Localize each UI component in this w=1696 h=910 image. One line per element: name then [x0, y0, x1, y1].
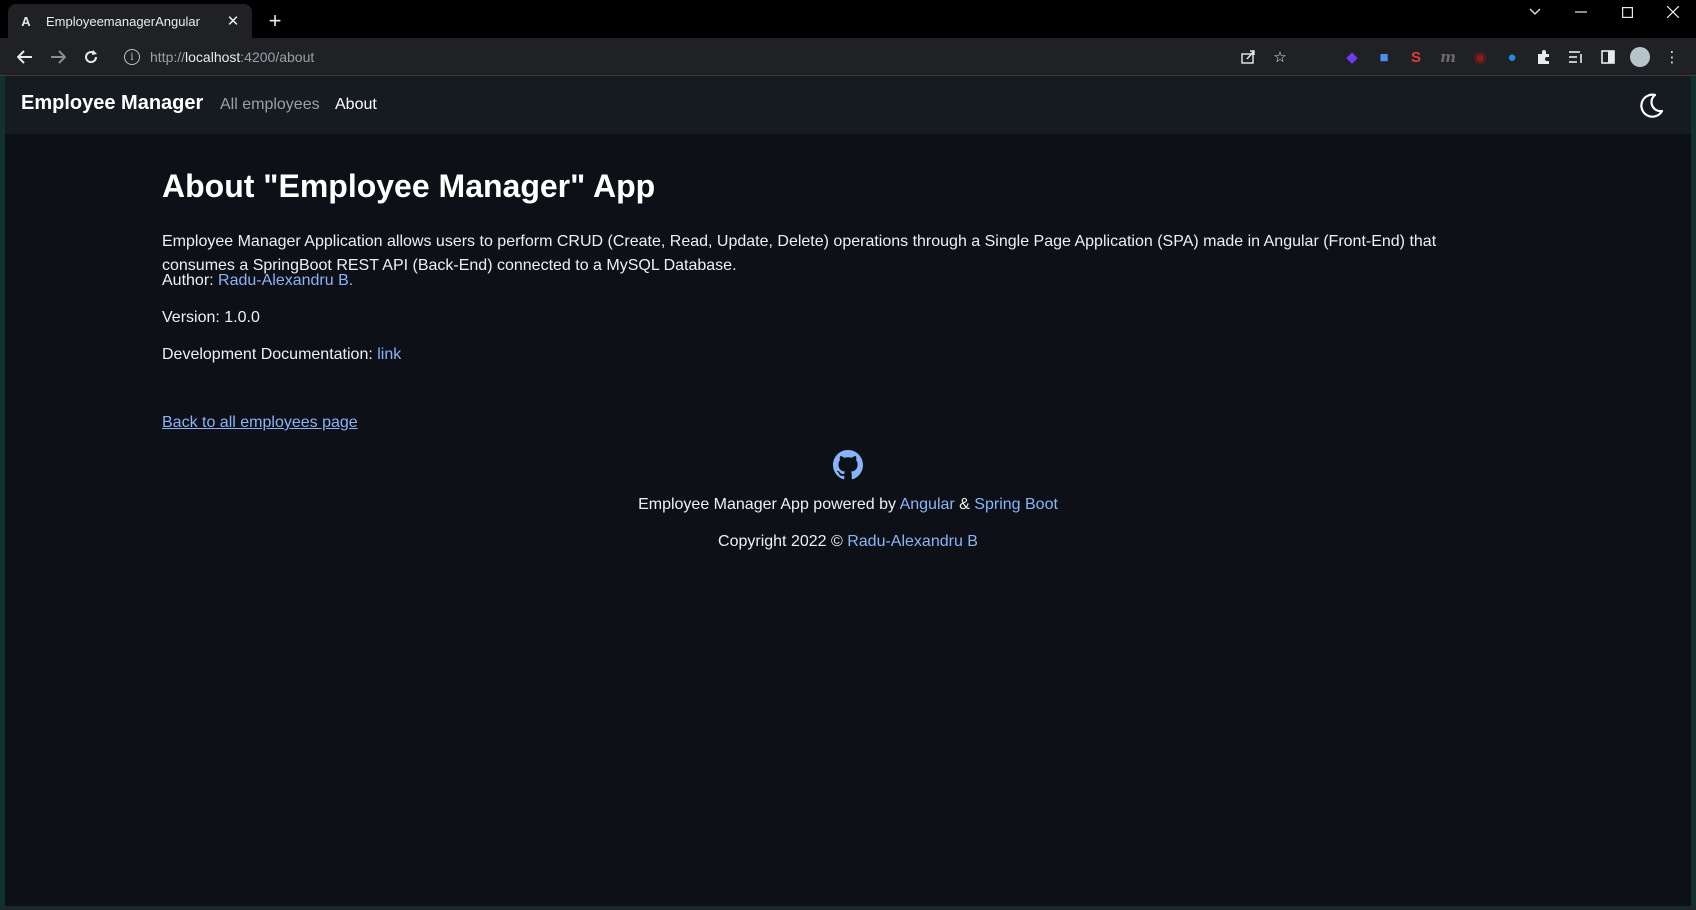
extension-shazam-icon[interactable]: ● — [1496, 42, 1528, 72]
new-tab-button[interactable]: + — [264, 10, 286, 32]
documentation-link[interactable]: link — [377, 346, 401, 363]
extension-spacer — [1296, 42, 1336, 72]
reading-list-icon[interactable] — [1560, 42, 1592, 72]
extension-purple-icon[interactable]: ◆ — [1336, 42, 1368, 72]
nav-about[interactable]: About — [335, 96, 377, 114]
toolbar-icons: ☆ ◆ ■ S m ◉ ● ⋮ — [1232, 42, 1688, 72]
author-link[interactable]: Radu-Alexandru B. — [218, 272, 353, 289]
version-line: Version: 1.0.0 — [162, 309, 260, 326]
tab-title: EmployeemanagerAngular — [46, 13, 200, 29]
profile-avatar[interactable] — [1624, 42, 1656, 72]
reload-icon[interactable] — [78, 44, 104, 70]
close-tab-icon[interactable]: ✕ — [224, 12, 242, 30]
extension-m-icon[interactable]: m — [1432, 42, 1464, 72]
nav-all-employees[interactable]: All employees — [220, 96, 320, 114]
main-content: About "Employee Manager" App Employee Ma… — [5, 134, 1691, 906]
copyright-line: Copyright 2022 © Radu-Alexandru B — [718, 533, 978, 550]
moon-icon[interactable] — [1633, 88, 1669, 124]
brand-link[interactable]: Employee Manager — [21, 92, 203, 115]
tab-search-icon[interactable] — [1512, 0, 1558, 24]
extension-translate-icon[interactable]: ■ — [1368, 42, 1400, 72]
desktop-edge-right — [1691, 76, 1696, 906]
browser-tab[interactable]: A EmployeemanagerAngular ✕ — [8, 4, 252, 38]
angular-link[interactable]: Angular — [900, 496, 955, 513]
back-arrow-icon[interactable] — [12, 44, 38, 70]
forward-arrow-icon[interactable] — [45, 44, 71, 70]
about-description: Employee Manager Application allows user… — [162, 233, 1437, 274]
share-icon[interactable] — [1232, 42, 1264, 72]
desktop-edge-bottom — [0, 906, 1696, 910]
close-window-icon[interactable] — [1650, 0, 1696, 24]
site-info-icon[interactable]: i — [124, 49, 140, 65]
bookmark-star-icon[interactable]: ☆ — [1264, 42, 1296, 72]
url-text: http://localhost:4200/about — [150, 49, 315, 65]
extensions-puzzle-icon[interactable] — [1528, 42, 1560, 72]
back-to-employees-link[interactable]: Back to all employees page — [162, 414, 358, 432]
side-panel-icon[interactable] — [1592, 42, 1624, 72]
documentation-line: Development Documentation: link — [162, 346, 402, 363]
browser-menu-icon[interactable]: ⋮ — [1656, 42, 1688, 72]
extension-s-icon[interactable]: S — [1400, 42, 1432, 72]
address-bar[interactable]: i http://localhost:4200/about — [114, 42, 1244, 72]
author-line: Author: Radu-Alexandru B. — [162, 272, 354, 289]
powered-by-line: Employee Manager App powered by Angular … — [638, 496, 1058, 513]
window-controls — [1512, 0, 1696, 24]
page-title: About "Employee Manager" App — [162, 168, 656, 204]
minimize-icon[interactable] — [1558, 0, 1604, 24]
angular-favicon-icon: A — [21, 13, 31, 29]
spring-boot-link[interactable]: Spring Boot — [974, 496, 1058, 513]
browser-window: A EmployeemanagerAngular ✕ + i http://lo… — [0, 0, 1696, 910]
maximize-icon[interactable] — [1604, 0, 1650, 24]
copyright-author-link[interactable]: Radu-Alexandru B — [847, 533, 978, 550]
github-icon[interactable] — [833, 450, 863, 480]
extension-red-icon[interactable]: ◉ — [1464, 42, 1496, 72]
browser-toolbar: i http://localhost:4200/about ☆ ◆ ■ S m … — [0, 38, 1696, 76]
tab-strip: A EmployeemanagerAngular ✕ + — [0, 0, 1696, 38]
app-navbar: Employee Manager All employees About — [5, 76, 1691, 134]
